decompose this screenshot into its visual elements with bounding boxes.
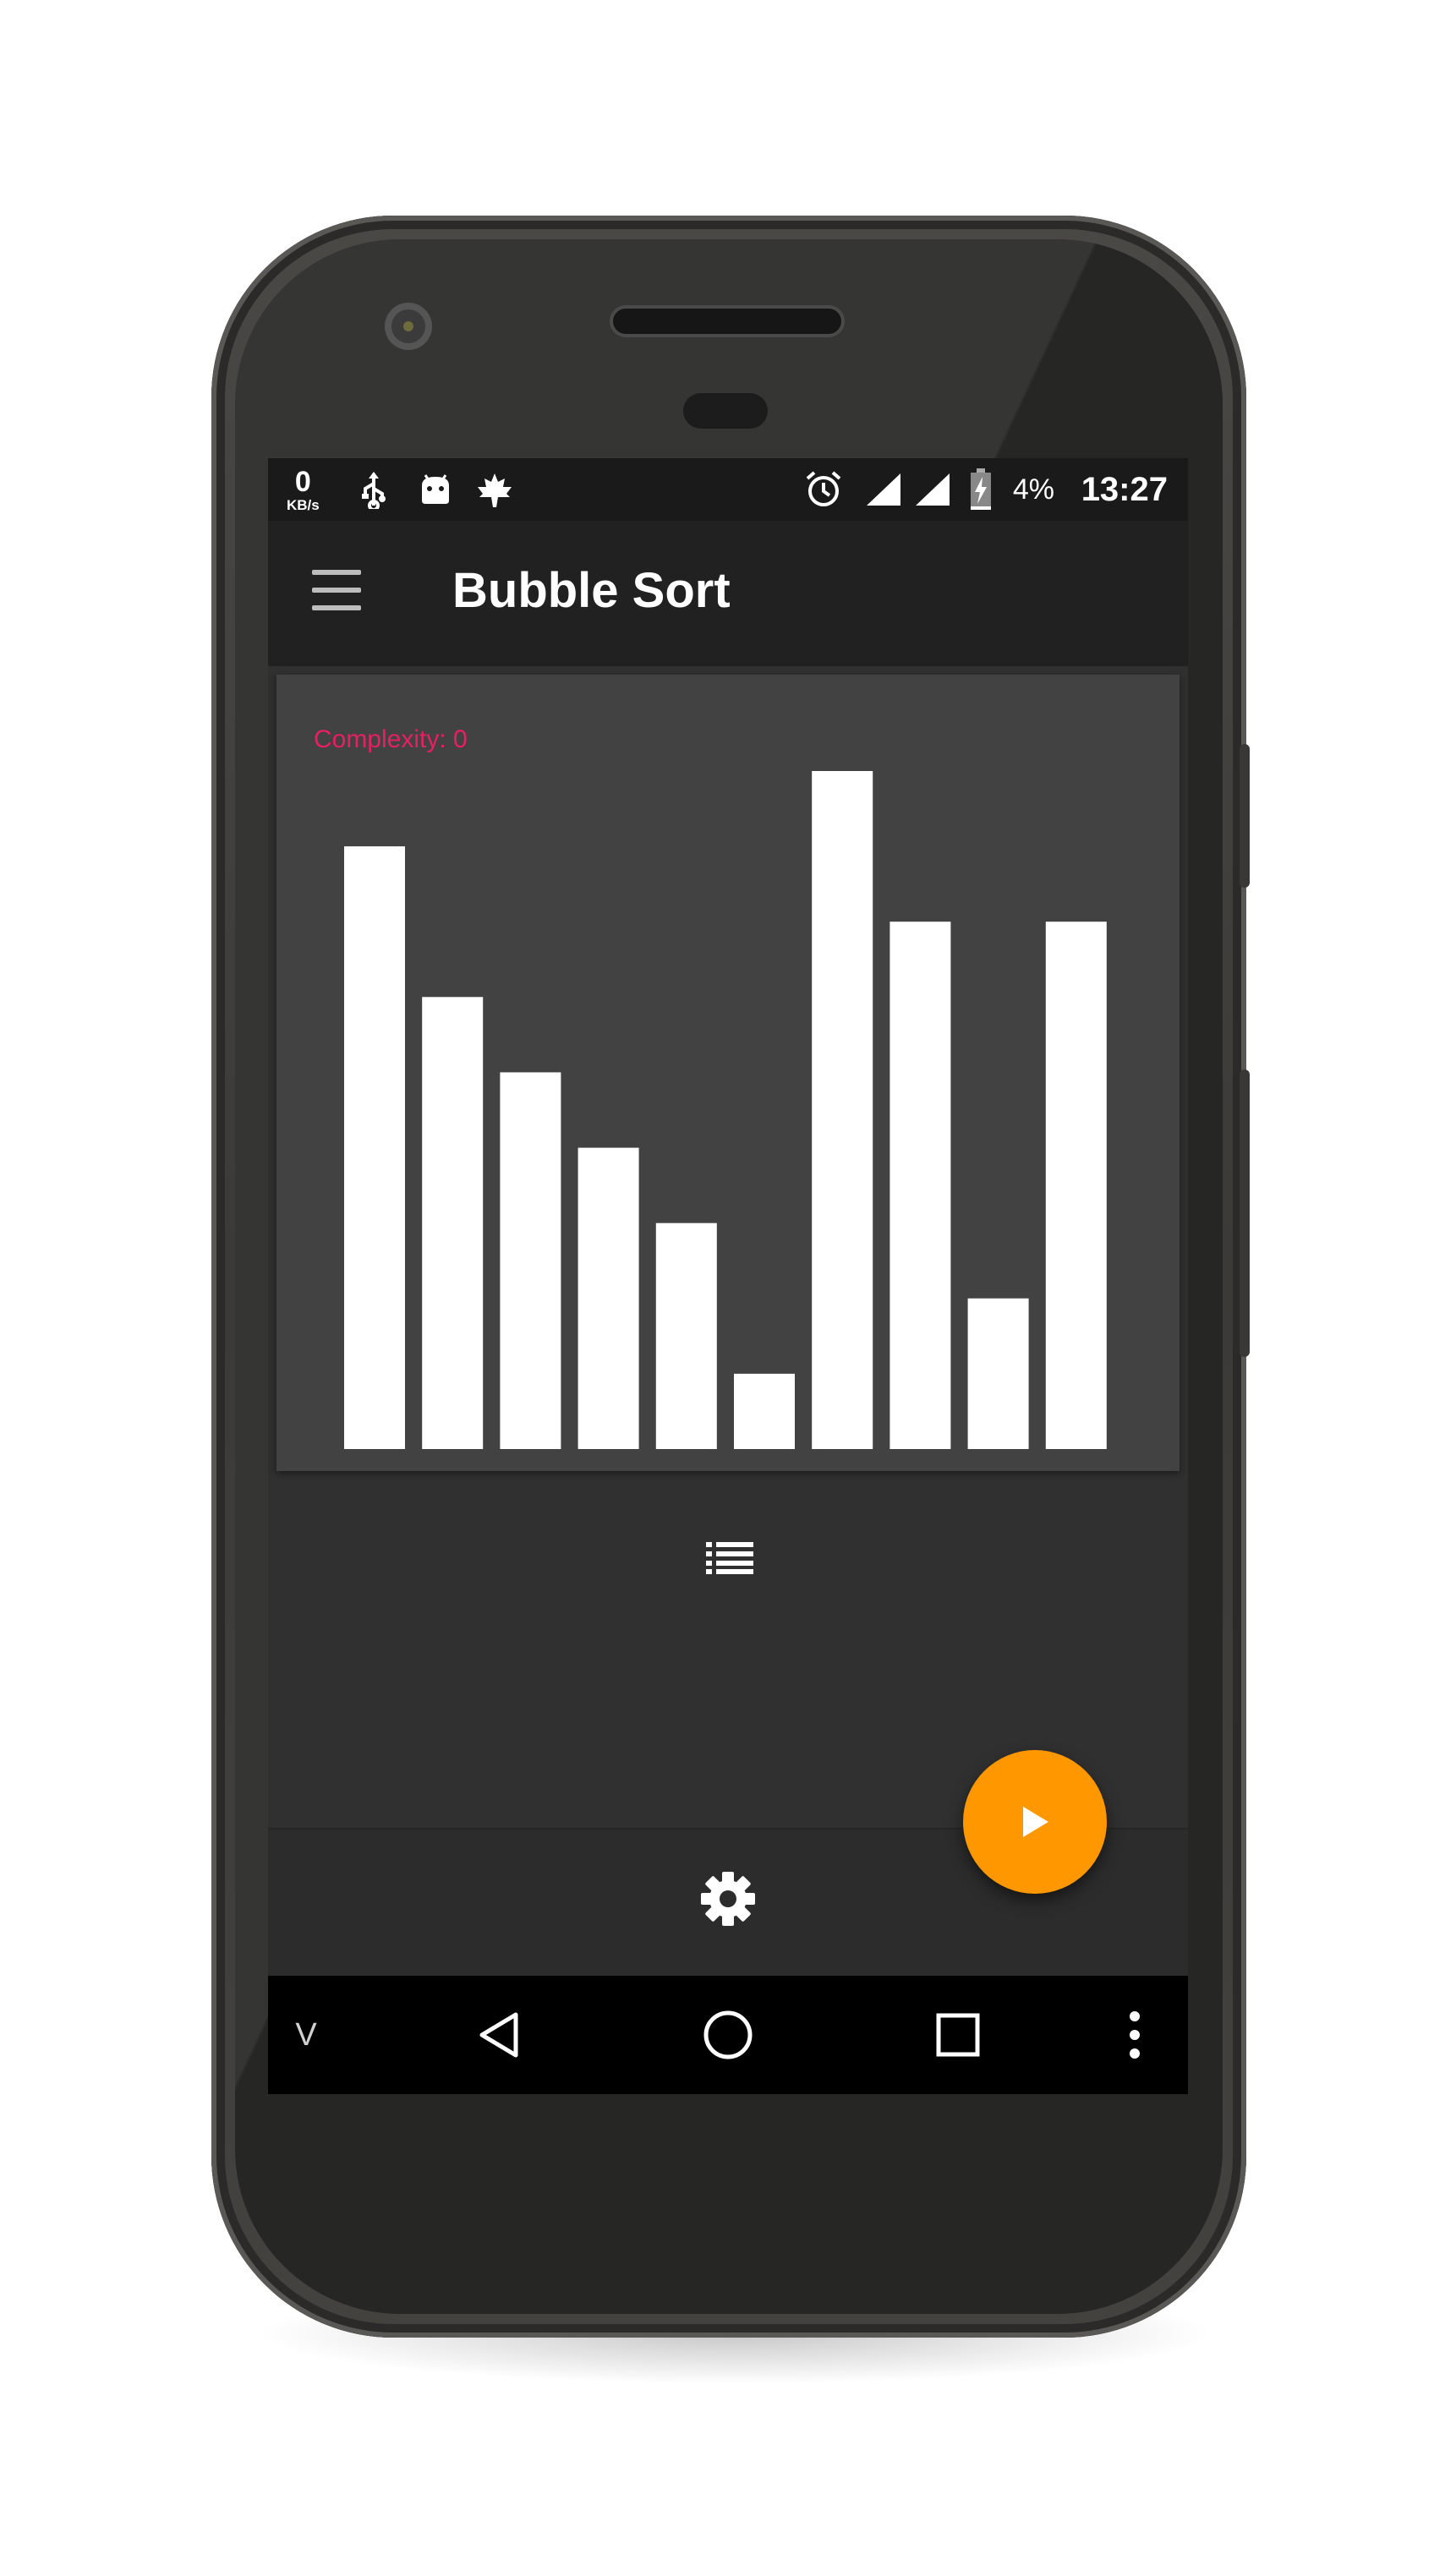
more-options-button[interactable] bbox=[1105, 1976, 1164, 2094]
home-button[interactable] bbox=[677, 1976, 779, 2094]
battery-charging-icon bbox=[971, 468, 991, 510]
bar-chart bbox=[344, 771, 1107, 1449]
hamburger-menu-icon[interactable] bbox=[312, 570, 361, 610]
bar-9 bbox=[967, 1298, 1029, 1449]
bar-3 bbox=[500, 1072, 561, 1449]
net-speed-value: 0 bbox=[294, 465, 311, 498]
net-speed-unit: KB/s bbox=[287, 496, 320, 513]
list-icon[interactable] bbox=[706, 1542, 753, 1574]
recents-button[interactable] bbox=[907, 1976, 1009, 2094]
bar-5 bbox=[655, 1222, 717, 1449]
signal-icon bbox=[867, 473, 900, 506]
home-icon bbox=[703, 2010, 753, 2059]
bar-1 bbox=[344, 846, 405, 1449]
bar-7 bbox=[812, 771, 873, 1449]
device-mockup: 0 KB/s 4% 13:27 Bubble Sort Complexity: … bbox=[0, 0, 1456, 2576]
recents-icon bbox=[936, 2013, 980, 2057]
bar-6 bbox=[734, 1373, 795, 1449]
leaf-icon bbox=[478, 473, 512, 507]
proximity-sensor bbox=[683, 393, 768, 429]
bar-8 bbox=[889, 922, 951, 1449]
bar-10 bbox=[1045, 922, 1107, 1449]
play-icon bbox=[1023, 1807, 1048, 1837]
android-debug-icon bbox=[422, 474, 449, 504]
app-screen: 0 KB/s 4% 13:27 Bubble Sort Complexity: … bbox=[268, 458, 1188, 2094]
status-bar: 0 KB/s 4% 13:27 bbox=[268, 458, 1188, 521]
earpiece-speaker bbox=[613, 309, 841, 334]
back-button[interactable] bbox=[450, 1976, 551, 2094]
back-icon bbox=[479, 2012, 518, 2058]
nav-v-label[interactable]: V bbox=[268, 1976, 344, 2094]
app-bar: Bubble Sort bbox=[268, 521, 1188, 666]
power-button bbox=[1240, 744, 1250, 888]
alarm-icon bbox=[806, 471, 841, 506]
play-button[interactable] bbox=[963, 1750, 1107, 1894]
page-title: Bubble Sort bbox=[452, 563, 731, 618]
net-speed-indicator: 0 KB/s bbox=[287, 458, 320, 521]
battery-percent: 4% bbox=[1012, 473, 1054, 506]
more-vert-icon bbox=[1130, 2011, 1140, 2059]
usb-icon bbox=[362, 472, 386, 509]
bar-2 bbox=[422, 997, 484, 1449]
system-nav-bar: V bbox=[268, 1976, 1188, 2094]
sort-visualizer-card: Complexity: 0 bbox=[276, 675, 1180, 1471]
gear-icon[interactable] bbox=[699, 1870, 757, 1928]
bar-4 bbox=[577, 1147, 639, 1449]
signal-icon bbox=[916, 473, 950, 506]
front-camera bbox=[385, 303, 432, 350]
status-time: 13:27 bbox=[1081, 470, 1168, 508]
volume-button bbox=[1240, 1069, 1250, 1357]
